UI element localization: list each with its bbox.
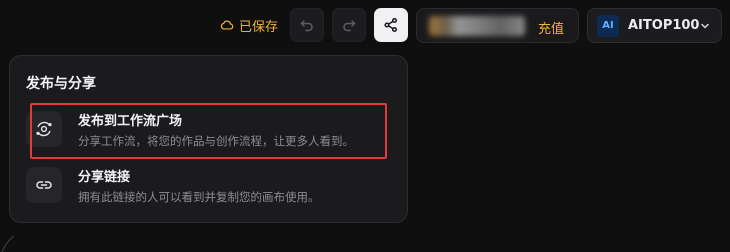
chevron-down-icon: [701, 23, 709, 29]
share-button[interactable]: [374, 8, 408, 42]
canvas-page: 已保存 充值 AI AITOP100 发布与分享 发布到工作流广场 分享工作流，…: [0, 0, 730, 252]
undo-icon: [300, 20, 313, 32]
account-menu[interactable]: AI AITOP100: [587, 8, 722, 43]
blurred-balance: [429, 16, 525, 36]
credit-balance: 充值: [416, 8, 579, 43]
cloud-icon: [220, 20, 234, 30]
top-toolbar: 已保存 充值 AI AITOP100: [0, 0, 730, 52]
recharge-button[interactable]: 充值: [538, 18, 564, 37]
link-icon: [26, 167, 62, 203]
save-status-text: 已保存: [239, 19, 279, 35]
account-name: AITOP100: [628, 18, 700, 33]
avatar: AI: [597, 14, 619, 37]
share-link-title: 分享链接: [78, 170, 131, 185]
publish-share-panel: 发布与分享 发布到工作流广场 分享工作流，将您的作品与创作流程，让更多人看到。: [9, 55, 408, 223]
save-status: 已保存: [220, 14, 278, 36]
redo-button[interactable]: [332, 8, 366, 42]
share-link-item[interactable]: 分享链接 拥有此链接的人可以看到并复制您的画布使用。: [26, 159, 378, 211]
share-icon: [384, 17, 398, 33]
canvas-edge-mark: [1, 235, 14, 252]
undo-button[interactable]: [290, 8, 324, 42]
share-link-desc: 拥有此链接的人可以看到并复制您的画布使用。: [78, 190, 320, 204]
redo-icon: [343, 20, 356, 32]
highlight-box: [30, 103, 387, 159]
panel-title: 发布与分享: [26, 76, 96, 92]
